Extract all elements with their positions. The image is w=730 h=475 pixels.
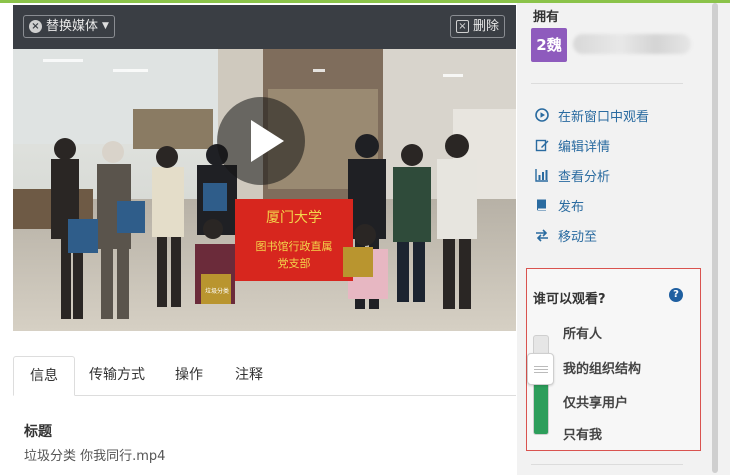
action-label: 查看分析 (558, 169, 611, 185)
tab-annotations[interactable]: 注释 (219, 356, 279, 396)
replace-media-button[interactable]: × 替换媒体 ▼ (23, 15, 115, 38)
visibility-title: 谁可以观看? (533, 292, 606, 307)
chevron-down-icon: ▼ (102, 21, 109, 31)
visibility-slider-handle[interactable] (527, 353, 554, 385)
book-icon (537, 199, 546, 211)
publish-action[interactable]: 发布 (535, 195, 584, 215)
divider (531, 464, 683, 465)
visibility-option-organization[interactable]: 我的组织结构 (563, 358, 641, 377)
owner-label: 拥有 (533, 10, 560, 25)
action-label: 发布 (558, 199, 585, 215)
sign-text: 垃圾分类 (205, 287, 229, 295)
help-icon[interactable]: ? (669, 288, 683, 302)
move-to-action[interactable]: 移动至 (535, 225, 597, 245)
visibility-option-shared-users[interactable]: 仅共享用户 (563, 392, 628, 411)
edit-details-action[interactable]: 编辑详情 (535, 135, 610, 155)
title-value: 垃圾分类 你我同行.mp4 (24, 449, 166, 464)
visibility-slider[interactable] (533, 335, 549, 435)
edit-icon (535, 139, 549, 152)
banner-line-1: 厦门大学 (266, 210, 322, 226)
recycle-sign-icon (68, 219, 98, 253)
remove-circle-icon: × (29, 20, 42, 33)
video-thumbnail: 厦门大学 图书馆行政直属 党支部 垃圾分类 (13, 49, 516, 331)
replace-media-label: 替换媒体 (46, 19, 99, 34)
tab-actions[interactable]: 操作 (159, 356, 219, 396)
recycle-sign-icon (343, 247, 373, 277)
play-icon (217, 97, 305, 185)
move-icon (536, 229, 548, 242)
watch-in-new-window-action[interactable]: 在新窗口中观看 (535, 105, 649, 125)
visibility-option-only-me[interactable]: 只有我 (563, 424, 602, 443)
recycle-sign-icon (203, 183, 227, 211)
delete-button[interactable]: × 删除 (449, 15, 505, 38)
divider (531, 83, 683, 84)
tab-delivery[interactable]: 传输方式 (73, 356, 161, 396)
title-label: 标题 (24, 424, 52, 440)
tab-info[interactable]: 信息 (13, 356, 75, 396)
scrollbar-thumb[interactable] (712, 3, 718, 473)
avatar[interactable]: 2魏 (531, 28, 567, 62)
details-tabs: 信息 传输方式 操作 注释 (13, 356, 516, 396)
owner-name-redacted (573, 34, 691, 54)
banner-line-2: 图书馆行政直属 (256, 239, 333, 253)
recycle-sign-icon (117, 201, 145, 233)
action-label: 编辑详情 (558, 139, 611, 155)
view-analytics-action[interactable]: 查看分析 (535, 165, 610, 185)
video-player[interactable]: × 替换媒体 ▼ × 删除 厦门大学 图书馆行政直属 党支部 垃圾分类 (13, 5, 516, 331)
action-label: 移动至 (558, 229, 598, 245)
chart-icon (535, 169, 548, 182)
play-circle-icon (535, 108, 549, 122)
delete-icon: × (455, 20, 469, 33)
visibility-option-everyone[interactable]: 所有人 (563, 323, 602, 342)
banner-line-3: 党支部 (278, 256, 311, 270)
delete-label: 删除 (472, 19, 499, 34)
action-label: 在新窗口中观看 (558, 109, 650, 125)
play-button[interactable] (216, 96, 306, 186)
player-toolbar: × 替换媒体 ▼ × 删除 (13, 5, 516, 49)
